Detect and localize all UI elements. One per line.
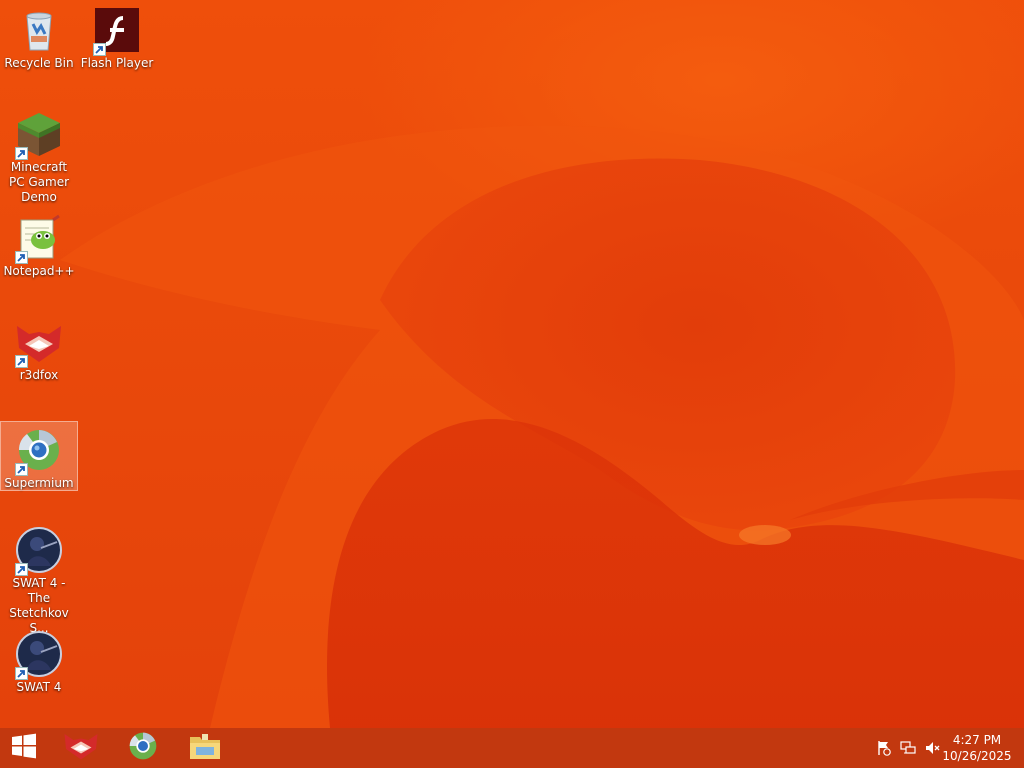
action-center-flag-icon[interactable]: [876, 740, 892, 756]
desktop-icon-notepad-plus-plus[interactable]: Notepad++: [1, 210, 77, 281]
shortcut-arrow-icon: [15, 251, 28, 264]
shortcut-arrow-icon: [15, 667, 28, 680]
shortcut-arrow-icon: [15, 355, 28, 368]
clock-time: 4:27 PM: [952, 733, 1002, 747]
system-tray: 4:27 PM 10/26/2025: [864, 728, 1024, 768]
desktop-icon-label: r3dfox: [19, 368, 59, 382]
desktop-icon-recycle-bin[interactable]: Recycle Bin: [1, 2, 77, 73]
desktop-icon-label: Notepad++: [3, 264, 75, 278]
shortcut-arrow-icon: [15, 147, 28, 160]
desktop-icon-label: Flash Player: [80, 56, 154, 70]
taskbar-clock[interactable]: 4:27 PM 10/26/2025: [942, 732, 1012, 764]
r3dfox-icon: [63, 731, 99, 765]
swat4-stetchkov-icon: [15, 526, 63, 576]
start-button[interactable]: [0, 728, 48, 768]
supermium-icon: [127, 730, 159, 766]
desktop-icon-label: SWAT 4: [16, 680, 62, 694]
supermium-icon: [15, 426, 63, 476]
recycle-bin-icon: [15, 6, 63, 54]
desktop-icon-label: Recycle Bin: [4, 56, 74, 70]
volume-muted-icon[interactable]: [924, 740, 940, 756]
clock-date: 10/26/2025: [942, 749, 1012, 763]
taskbar: 4:27 PM 10/26/2025: [0, 728, 1024, 768]
swat4-icon: [15, 630, 63, 680]
desktop-icon-minecraft[interactable]: Minecraft PC Gamer Demo: [1, 106, 77, 207]
taskbar-r3dfox-button[interactable]: [52, 728, 110, 768]
taskbar-file-explorer-button[interactable]: [176, 728, 234, 768]
desktop-icon-flash-player[interactable]: Flash Player: [79, 2, 155, 73]
desktop-icon-swat4[interactable]: SWAT 4: [1, 626, 77, 697]
desktop-icon-r3dfox[interactable]: r3dfox: [1, 314, 77, 385]
desktop-icon-label: Supermium: [4, 476, 74, 490]
taskbar-supermium-button[interactable]: [114, 728, 172, 768]
shortcut-arrow-icon: [93, 43, 106, 56]
desktop-icon-supermium[interactable]: Supermium: [0, 421, 78, 491]
shortcut-arrow-icon: [15, 463, 28, 476]
notepad-plus-plus-icon: [15, 214, 63, 264]
minecraft-grass-block-icon: [15, 110, 63, 160]
windows-start-icon: [10, 732, 38, 764]
desktop-icon-swat4-stetchkov[interactable]: SWAT 4 - The Stetchkov S...: [1, 522, 77, 638]
desktop-icon-label: Minecraft PC Gamer Demo: [8, 160, 70, 204]
file-explorer-icon: [188, 731, 222, 765]
network-icon[interactable]: [900, 740, 916, 756]
flash-player-icon: [93, 6, 141, 56]
r3dfox-icon: [15, 318, 63, 368]
desktop-wallpaper: [0, 0, 1024, 728]
shortcut-arrow-icon: [15, 563, 28, 576]
